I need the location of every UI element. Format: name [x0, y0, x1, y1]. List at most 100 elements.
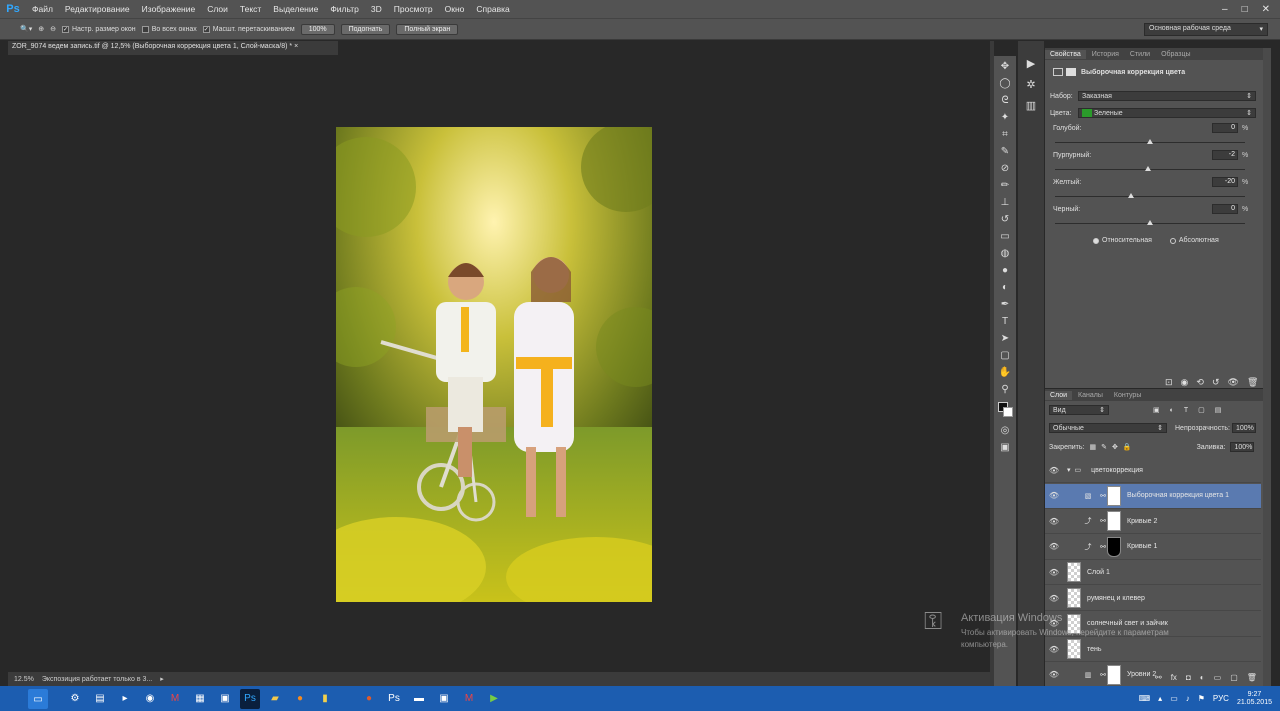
folder-icon[interactable]: ▤	[90, 689, 110, 709]
app-icon-2[interactable]: ▸	[115, 689, 135, 709]
files-icon[interactable]: ▮	[315, 689, 335, 709]
play-actions-icon[interactable]: ▶	[1027, 57, 1035, 70]
type-tool-icon[interactable]: T	[996, 315, 1014, 328]
new-group-icon[interactable]: ▭	[1214, 673, 1222, 682]
colors-select[interactable]: Зеленые ⇕	[1078, 108, 1256, 118]
clock[interactable]: 9:27 21.05.2015	[1237, 691, 1272, 707]
firefox-icon[interactable]: ●	[290, 689, 310, 709]
tab-paths[interactable]: Контуры	[1109, 391, 1146, 400]
panel-scrollbar[interactable]	[1263, 48, 1271, 686]
tray-arrow-icon[interactable]: ▴	[1158, 694, 1162, 703]
menu-help[interactable]: Справка	[470, 4, 515, 14]
tab-swatches[interactable]: Образцы	[1156, 50, 1195, 59]
blur-tool-icon[interactable]: ●	[996, 264, 1014, 277]
move-tool-icon[interactable]: ✥	[996, 60, 1014, 73]
zoom-out-icon[interactable]: ⊖	[50, 25, 56, 33]
add-mask-icon[interactable]: ◘	[1186, 673, 1191, 682]
taskbar-app-10[interactable]: M	[459, 689, 479, 709]
lasso-tool-icon[interactable]: ᘓ	[996, 94, 1014, 107]
histogram-icon[interactable]: ▥	[1026, 99, 1036, 112]
zoom-tool-icon[interactable]: 🔍▾	[20, 25, 32, 33]
hand-tool-icon[interactable]: ✋	[996, 366, 1014, 379]
keyboard-icon[interactable]: ⌨	[1139, 694, 1151, 703]
slider-track[interactable]	[1055, 166, 1245, 171]
chrome-icon[interactable]: ◉	[140, 689, 160, 709]
expand-arrow-icon[interactable]: ▾	[1067, 466, 1071, 474]
app-icon-4[interactable]: ▦	[190, 689, 210, 709]
bucket-tool-icon[interactable]: ◍	[996, 247, 1014, 260]
fit-screen-button[interactable]: Подогнать	[340, 23, 391, 35]
new-layer-icon[interactable]: ▢	[1230, 673, 1238, 682]
layer-row[interactable]: 👁 ▧ ⚯ Выборочная коррекция цвета 1	[1045, 483, 1261, 509]
layer-row[interactable]: 👁 ⤴ ⚯ Кривые 2	[1045, 509, 1261, 535]
chain-link-icon[interactable]: ⚯	[1099, 517, 1107, 525]
menu-file[interactable]: Файл	[26, 4, 59, 14]
slider-value-field[interactable]: 0	[1212, 204, 1238, 214]
layer-row[interactable]: 👁 ▾ ▭ цветокоррекция	[1045, 458, 1261, 483]
status-info[interactable]: Экспозиция работает только в 3...	[42, 676, 152, 683]
taskbar-app-8[interactable]: ▬	[409, 689, 429, 709]
app-icon-5[interactable]: ▣	[215, 689, 235, 709]
lock-all-icon[interactable]: 🔒	[1123, 443, 1132, 451]
menu-image[interactable]: Изображение	[136, 4, 202, 14]
tab-layers[interactable]: Слои	[1045, 390, 1073, 400]
network-icon[interactable]: ▭	[1170, 694, 1178, 703]
shape-tool-icon[interactable]: ▢	[996, 349, 1014, 362]
close-tab-icon[interactable]: ×	[294, 43, 298, 50]
layer-row[interactable]: 👁 ⤴ ⚯ Кривые 1	[1045, 535, 1261, 560]
app-icon-3[interactable]: M	[165, 689, 185, 709]
reset-icon[interactable]: ↺	[1212, 377, 1220, 388]
fx-icon[interactable]: fx	[1171, 673, 1177, 682]
filter-adjust-icon[interactable]: ◐	[1170, 407, 1174, 414]
lock-move-icon[interactable]: ✥	[1112, 443, 1118, 451]
layer-row[interactable]: 👁 Слой 1	[1045, 560, 1261, 586]
preset-select[interactable]: Заказная ⇕	[1078, 91, 1256, 101]
menu-view[interactable]: Просмотр	[388, 4, 439, 14]
healing-brush-tool-icon[interactable]: ⊘	[996, 162, 1014, 175]
slider-track[interactable]	[1055, 220, 1245, 225]
marquee-tool-icon[interactable]: ◯	[996, 77, 1014, 90]
eye-icon[interactable]: 👁	[1045, 491, 1063, 500]
document-image[interactable]	[336, 127, 652, 602]
taskbar-app-7[interactable]: Ps	[384, 689, 404, 709]
slider-thumb[interactable]	[1147, 220, 1153, 225]
maximize-icon[interactable]: □	[1242, 4, 1248, 15]
magic-wand-tool-icon[interactable]: ✦	[996, 111, 1014, 124]
filter-text-icon[interactable]: T	[1184, 407, 1188, 414]
slider-thumb[interactable]	[1145, 166, 1152, 171]
opacity-field[interactable]: 100%	[1232, 423, 1256, 433]
absolute-radio[interactable]: Абсолютная	[1169, 237, 1219, 244]
link-icon[interactable]: ⚯	[1155, 673, 1162, 682]
filter-shape-icon[interactable]: ▢	[1198, 406, 1205, 414]
scrubby-zoom-checkbox[interactable]: ✓ Масшт. перетаскиванием	[202, 25, 295, 33]
app-icon-1[interactable]: ⚙	[65, 689, 85, 709]
eraser-tool-icon[interactable]: ▭	[996, 230, 1014, 243]
new-adjustment-icon[interactable]: ◐	[1200, 673, 1205, 682]
zoom-readout[interactable]: 12.5%	[14, 676, 34, 683]
eye-icon[interactable]: 👁	[1045, 568, 1063, 577]
all-windows-checkbox[interactable]: Во всех окнах	[141, 25, 197, 33]
workspace-select[interactable]: Основная рабочая среда ▾	[1144, 22, 1268, 36]
menu-3d[interactable]: 3D	[365, 4, 388, 14]
flag-icon[interactable]: ⚑	[1198, 694, 1205, 703]
eye-icon[interactable]: 👁	[1045, 517, 1063, 526]
menu-edit[interactable]: Редактирование	[59, 4, 136, 14]
eye-icon[interactable]: 👁	[1045, 594, 1063, 603]
layer-mask-thumbnail[interactable]	[1107, 664, 1121, 685]
photoshop-logo[interactable]: Ps	[0, 3, 26, 15]
menu-window[interactable]: Окно	[439, 4, 471, 14]
filter-pixel-icon[interactable]: ▣	[1153, 406, 1160, 414]
blend-mode-select[interactable]: Обычные ⇕	[1049, 423, 1167, 433]
chain-link-icon[interactable]: ⚯	[1099, 543, 1107, 551]
zoom-tool-icon[interactable]: ⚲	[996, 383, 1014, 396]
desktop-icon[interactable]: ▭	[28, 689, 48, 709]
layer-thumbnail[interactable]	[1067, 588, 1081, 608]
fill-field[interactable]: 100%	[1230, 442, 1255, 452]
slider-value-field[interactable]: -2	[1212, 150, 1238, 160]
layer-mask-thumbnail[interactable]	[1107, 536, 1121, 557]
view-previous-icon[interactable]: ⟲	[1196, 377, 1204, 388]
tab-properties[interactable]: Свойства	[1045, 49, 1086, 59]
photoshop-taskbar-icon[interactable]: Ps	[240, 688, 260, 709]
menu-select[interactable]: Выделение	[267, 4, 324, 14]
delete-layer-icon[interactable]: 🗑	[1247, 673, 1257, 682]
